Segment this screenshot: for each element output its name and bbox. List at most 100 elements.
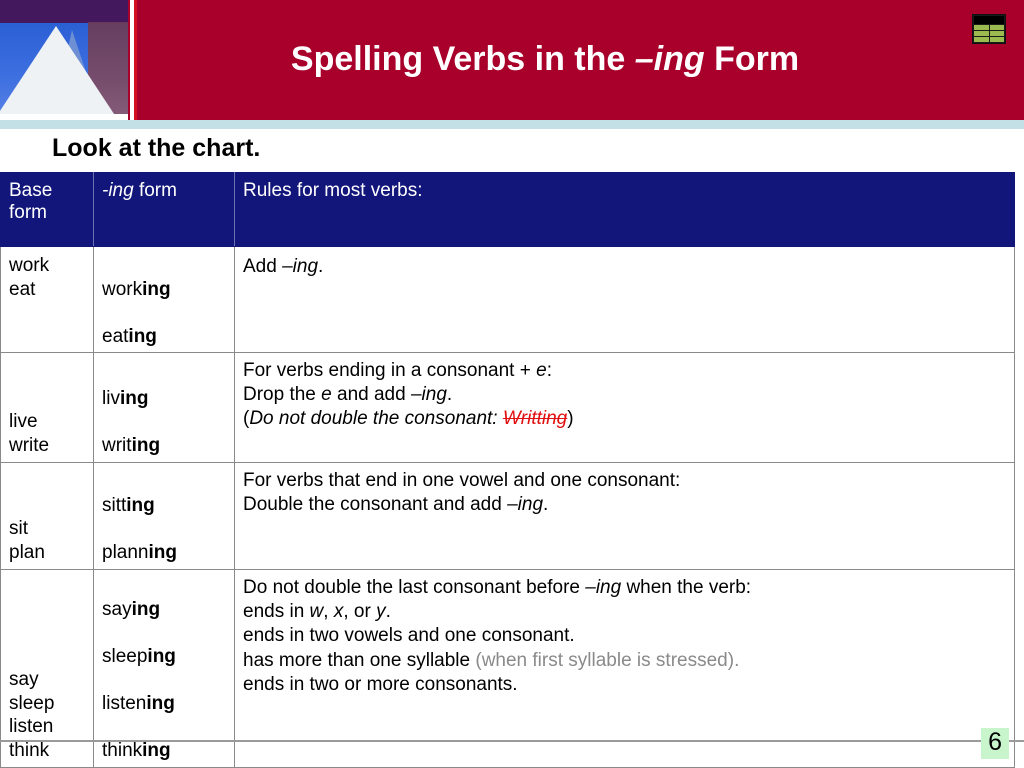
rule-text: Writting bbox=[502, 408, 568, 430]
ing-word-plain: work bbox=[102, 278, 143, 300]
rule-text: , or bbox=[343, 601, 377, 623]
mountain-peak-photo bbox=[0, 0, 128, 120]
rule-text: x bbox=[333, 601, 344, 623]
rule-text: ) bbox=[567, 408, 574, 430]
rule-text: : bbox=[546, 360, 552, 382]
rule-text: . bbox=[446, 384, 453, 406]
grid-icon-cell bbox=[989, 31, 1004, 36]
ing-word-suffix: ing bbox=[142, 278, 171, 300]
rule-text: . bbox=[318, 256, 324, 277]
ing-word-suffix: ing bbox=[142, 740, 171, 762]
column-header-base-form-line2: form bbox=[9, 202, 47, 223]
table-row: work eat working eating Add –ing. bbox=[0, 245, 1015, 354]
rule-text: Drop the bbox=[243, 384, 322, 406]
cell-ing-forms: living writing bbox=[93, 352, 235, 464]
ing-word-plain: say bbox=[102, 598, 132, 620]
rule-text: For verbs that end in one vowel and one … bbox=[243, 470, 681, 492]
cell-rules: Add –ing. bbox=[234, 245, 1015, 354]
cell-base-forms: work eat bbox=[0, 245, 94, 354]
rule-line: (Do not double the consonant: Writting) bbox=[243, 407, 1006, 431]
grid-icon-cell bbox=[974, 31, 989, 36]
rule-text: y bbox=[376, 601, 386, 623]
cell-ing-forms: sitting planning bbox=[93, 462, 235, 571]
rule-text: when the verb: bbox=[621, 577, 752, 599]
rule-text: ends in two vowels and one consonant. bbox=[243, 625, 575, 647]
column-header-ing-rest: form bbox=[133, 180, 177, 201]
grid-icon-cell bbox=[974, 37, 989, 42]
rule-text: . bbox=[385, 601, 391, 623]
rule-line: Drop the e and add –ing. bbox=[243, 383, 1006, 407]
column-header-ing-italic: -ing bbox=[102, 180, 134, 201]
table-head: Base form -ing form Rules for most verbs… bbox=[0, 172, 1015, 247]
rule-line: Add –ing. bbox=[243, 255, 1006, 279]
rule-text: e bbox=[536, 360, 547, 382]
subtitle: Look at the chart. bbox=[52, 134, 261, 162]
ing-word-plain: writ bbox=[102, 434, 132, 456]
ing-word-suffix: ing bbox=[126, 494, 155, 516]
rule-text: –ing bbox=[410, 384, 447, 406]
rule-text: –ing bbox=[282, 256, 319, 277]
rule-text: (when first syllable is stressed). bbox=[475, 649, 740, 671]
ing-word-plain: eat bbox=[102, 325, 129, 347]
rule-line: has more than one syllable (when first s… bbox=[243, 649, 1006, 673]
rule-text: and add bbox=[331, 384, 411, 406]
rule-text: w bbox=[309, 601, 324, 623]
ing-word-suffix: ing bbox=[131, 434, 161, 456]
cell-base-forms: say sleep listen think bbox=[0, 569, 94, 768]
table-header-row: Base form -ing form Rules for most verbs… bbox=[0, 172, 1015, 247]
rule-line: Double the consonant and add –ing. bbox=[243, 493, 1006, 517]
cell-base-forms: sit plan bbox=[0, 462, 94, 571]
page-title-prefix: Spelling Verbs in the bbox=[290, 40, 635, 78]
footer-divider bbox=[0, 740, 1024, 742]
rule-text: For verbs ending in a consonant + bbox=[243, 360, 537, 382]
ing-word-suffix: ing bbox=[119, 387, 149, 409]
slide: Spelling Verbs in the –ing Form Look at … bbox=[0, 0, 1024, 768]
cell-ing-forms: saying sleeping listening thinking bbox=[93, 569, 235, 768]
rule-text: ends in bbox=[243, 601, 310, 623]
header-separator bbox=[0, 120, 1024, 129]
ing-word-plain: think bbox=[102, 740, 143, 762]
cell-rules: For verbs ending in a consonant + e: Drop… bbox=[234, 352, 1015, 464]
rule-line: ends in two or more consonants. bbox=[243, 673, 1006, 697]
rule-line: For verbs ending in a consonant + e: bbox=[243, 359, 1006, 383]
ing-word-suffix: ing bbox=[131, 598, 161, 620]
ing-word-suffix: ing bbox=[128, 325, 157, 347]
ing-word-suffix: ing bbox=[146, 692, 175, 714]
page-title-suffix: Form bbox=[704, 40, 800, 78]
ing-word-plain: sleep bbox=[102, 645, 148, 667]
rule-text: e bbox=[321, 384, 332, 406]
spelling-rules-table: Base form -ing form Rules for most verbs… bbox=[0, 172, 1015, 768]
rule-line: For verbs that end in one vowel and one … bbox=[243, 469, 1006, 493]
ing-word-plain: plann bbox=[102, 541, 149, 563]
rule-text: Do not double the last consonant before bbox=[243, 577, 586, 599]
slide-header-band: Spelling Verbs in the –ing Form bbox=[0, 0, 1024, 120]
rule-text: –ing bbox=[507, 494, 544, 516]
table-row: live write living writing For verbs endi… bbox=[0, 352, 1015, 464]
table-row: say sleep listen think saying sleeping l… bbox=[0, 569, 1015, 768]
cell-rules: For verbs that end in one vowel and one … bbox=[234, 462, 1015, 571]
photo-main-peak bbox=[0, 26, 118, 120]
column-header-base-form: Base form bbox=[0, 172, 94, 247]
photo-top-band bbox=[0, 0, 128, 23]
ing-word-plain: liv bbox=[102, 387, 120, 409]
rule-text: Do not double the consonant: bbox=[249, 408, 503, 430]
ing-word-suffix: ing bbox=[148, 541, 178, 563]
ing-word-plain: sitt bbox=[102, 494, 127, 516]
grid-icon-cell bbox=[989, 25, 1004, 30]
rule-text: , bbox=[323, 601, 334, 623]
table-grid-icon bbox=[972, 14, 1006, 44]
page-title-ing: –ing bbox=[634, 40, 705, 78]
rule-text: Double the consonant and add bbox=[243, 494, 508, 516]
rule-text: Add bbox=[243, 256, 283, 277]
column-header-base-form-line1: Base bbox=[9, 180, 53, 201]
cell-base-forms: live write bbox=[0, 352, 94, 464]
ing-word-plain: listen bbox=[102, 692, 147, 714]
grid-icon-cell bbox=[974, 25, 989, 30]
rule-line: ends in two vowels and one consonant. bbox=[243, 624, 1006, 648]
page-title: Spelling Verbs in the –ing Form bbox=[150, 40, 940, 79]
rule-line: Do not double the last consonant before … bbox=[243, 576, 1006, 600]
column-header-rules: Rules for most verbs: bbox=[234, 172, 1015, 247]
cell-rules: Do not double the last consonant before … bbox=[234, 569, 1015, 768]
column-header-ing-form: -ing form bbox=[93, 172, 235, 247]
grid-icon-cell bbox=[989, 37, 1004, 42]
